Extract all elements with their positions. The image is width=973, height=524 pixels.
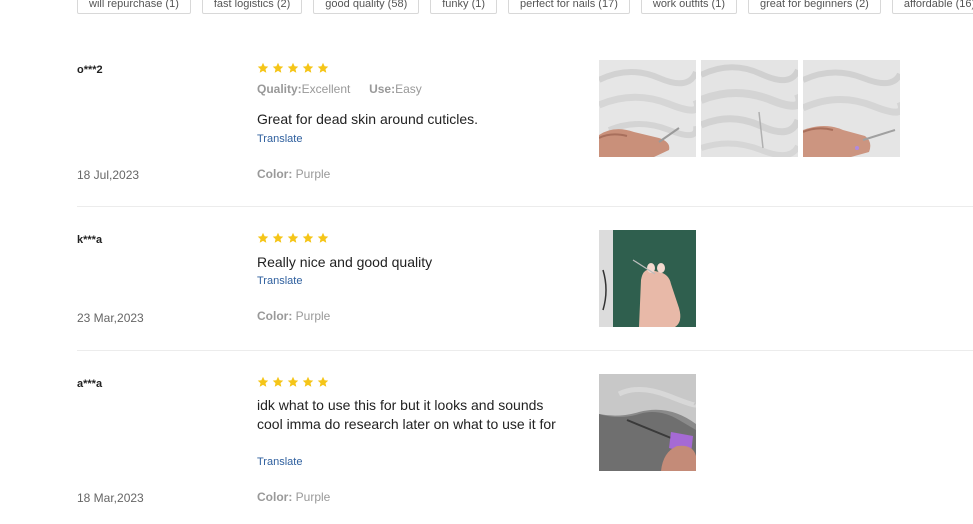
color-value: Purple bbox=[295, 309, 331, 323]
star-icon bbox=[257, 232, 269, 243]
review-date: 18 Jul,2023 bbox=[77, 168, 140, 182]
tag-fast-logistics[interactable]: fast logistics (2) bbox=[201, 0, 303, 14]
quality-value: Excellent bbox=[301, 82, 351, 96]
review-attributes: Quality:Excellent Use:Easy bbox=[257, 82, 422, 96]
review-text: Great for dead skin around cuticles. bbox=[257, 111, 479, 127]
star-icon bbox=[287, 376, 299, 387]
tag-good-quality[interactable]: good quality (58) bbox=[313, 0, 420, 14]
review-item: o***2 Quality:Excellent Use:Easy Great f… bbox=[77, 60, 973, 200]
product-color: Color: Purple bbox=[257, 490, 330, 504]
tag-will-repurchase[interactable]: will repurchase (1) bbox=[77, 0, 191, 14]
review-tag-filters: will repurchase (1) fast logistics (2) g… bbox=[77, 0, 973, 14]
star-rating bbox=[257, 376, 329, 388]
tag-great-for-beginners[interactable]: great for beginners (2) bbox=[748, 0, 881, 14]
translate-link[interactable]: Translate bbox=[257, 456, 302, 468]
quality-label: Quality: bbox=[257, 82, 302, 96]
product-color: Color: Purple bbox=[257, 309, 330, 323]
review-photo[interactable] bbox=[599, 60, 696, 157]
translate-link[interactable]: Translate bbox=[257, 275, 302, 287]
reviewer-name: a***a bbox=[77, 378, 103, 390]
star-icon bbox=[287, 62, 299, 73]
color-value: Purple bbox=[295, 167, 331, 181]
reviewer-name: o***2 bbox=[77, 64, 103, 76]
product-color: Color: Purple bbox=[257, 167, 330, 181]
star-icon bbox=[287, 232, 299, 243]
use-value: Easy bbox=[395, 82, 422, 96]
star-icon bbox=[302, 376, 314, 387]
review-photos bbox=[599, 60, 900, 157]
star-icon bbox=[302, 62, 314, 73]
review-date: 18 Mar,2023 bbox=[77, 491, 144, 505]
review-photo[interactable] bbox=[599, 374, 696, 471]
star-icon bbox=[317, 232, 329, 243]
star-rating bbox=[257, 62, 329, 74]
star-icon bbox=[272, 232, 284, 243]
star-icon bbox=[272, 376, 284, 387]
review-item: k***a Really nice and good quality Trans… bbox=[77, 230, 973, 340]
color-label: Color: bbox=[257, 167, 293, 181]
star-icon bbox=[317, 62, 329, 73]
tag-work-outfits[interactable]: work outfits (1) bbox=[640, 0, 738, 14]
review-photos bbox=[599, 230, 696, 327]
star-icon bbox=[302, 232, 314, 243]
color-value: Purple bbox=[295, 490, 331, 504]
review-item: a***a idk what to use this for but it lo… bbox=[77, 374, 973, 514]
star-icon bbox=[257, 62, 269, 73]
use-label: Use: bbox=[369, 82, 396, 96]
review-photo[interactable] bbox=[803, 60, 900, 157]
review-divider bbox=[77, 350, 973, 351]
review-divider bbox=[77, 206, 973, 207]
color-label: Color: bbox=[257, 309, 293, 323]
translate-link[interactable]: Translate bbox=[257, 133, 302, 145]
star-rating bbox=[257, 232, 329, 244]
tag-funky[interactable]: funky (1) bbox=[430, 0, 498, 14]
reviewer-name: k***a bbox=[77, 234, 103, 246]
review-photos bbox=[599, 374, 696, 471]
color-label: Color: bbox=[257, 490, 293, 504]
review-photo[interactable] bbox=[701, 60, 798, 157]
tag-affordable[interactable]: affordable (16) bbox=[891, 0, 973, 14]
review-text: Really nice and good quality bbox=[257, 254, 433, 270]
star-icon bbox=[257, 376, 269, 387]
star-icon bbox=[317, 376, 329, 387]
tag-perfect-for-nails[interactable]: perfect for nails (17) bbox=[508, 0, 630, 14]
review-date: 23 Mar,2023 bbox=[77, 311, 144, 325]
star-icon bbox=[272, 62, 284, 73]
review-text: idk what to use this for but it looks an… bbox=[257, 397, 556, 432]
review-photo[interactable] bbox=[599, 230, 696, 327]
